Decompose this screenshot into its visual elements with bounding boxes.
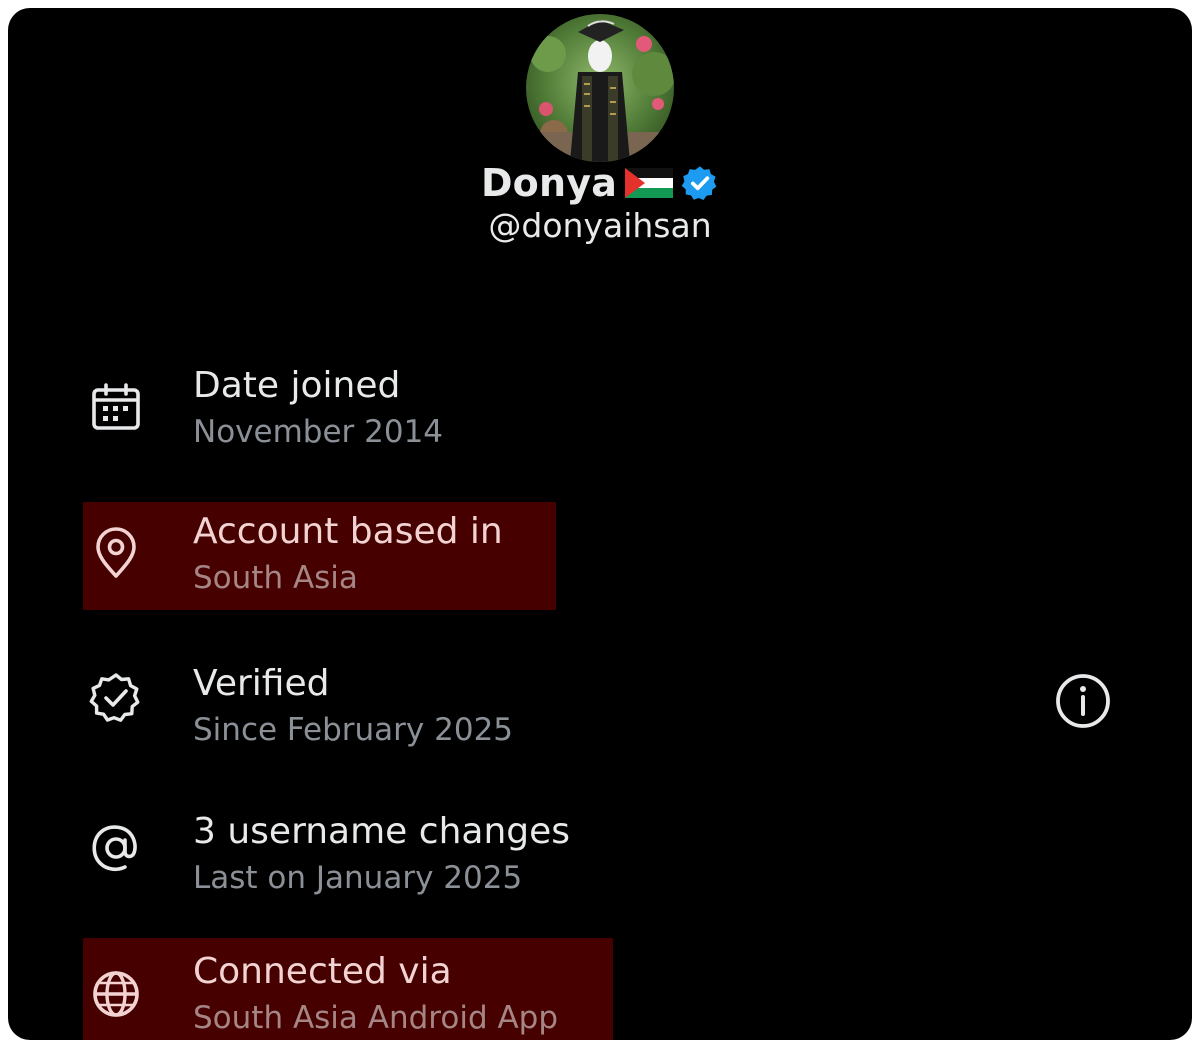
verified-badge-icon[interactable] — [681, 164, 719, 202]
info-row-date-joined: Date joined November 2014 — [8, 364, 1192, 464]
palestine-flag-icon — [625, 168, 674, 198]
row-title: Date joined — [193, 365, 401, 406]
row-subtitle: South Asia Android App — [193, 1000, 559, 1036]
row-title: Connected via — [193, 951, 452, 992]
info-row-connected-via: Connected via South Asia Android App — [8, 938, 1192, 1040]
info-row-username-changes: 3 username changes Last on January 2025 — [8, 802, 1192, 902]
verified-check-icon — [89, 673, 140, 722]
profile-handle[interactable]: @donyaihsan — [8, 206, 1192, 245]
avatar-image — [526, 14, 674, 162]
avatar[interactable] — [526, 14, 674, 162]
location-pin-icon — [96, 527, 136, 578]
row-subtitle: Last on January 2025 — [193, 860, 523, 896]
info-row-verified: Verified Since February 2025 — [8, 656, 1192, 756]
info-icon-button[interactable] — [1050, 668, 1116, 734]
globe-icon — [93, 971, 139, 1017]
profile-name-row: Donya — [8, 158, 1192, 208]
row-subtitle: South Asia — [193, 560, 358, 596]
row-subtitle: November 2014 — [193, 414, 444, 450]
info-row-account-based-in: Account based in South Asia — [8, 502, 1192, 610]
row-subtitle: Since February 2025 — [193, 712, 514, 748]
row-title: Account based in — [193, 511, 503, 552]
row-title: 3 username changes — [193, 811, 571, 852]
row-title: Verified — [193, 663, 330, 704]
calendar-icon — [92, 383, 140, 430]
display-name: Donya — [480, 161, 618, 205]
profile-about-screen: Donya @donyaihsan Date joined November 2… — [8, 8, 1192, 1040]
at-sign-icon — [92, 825, 137, 872]
